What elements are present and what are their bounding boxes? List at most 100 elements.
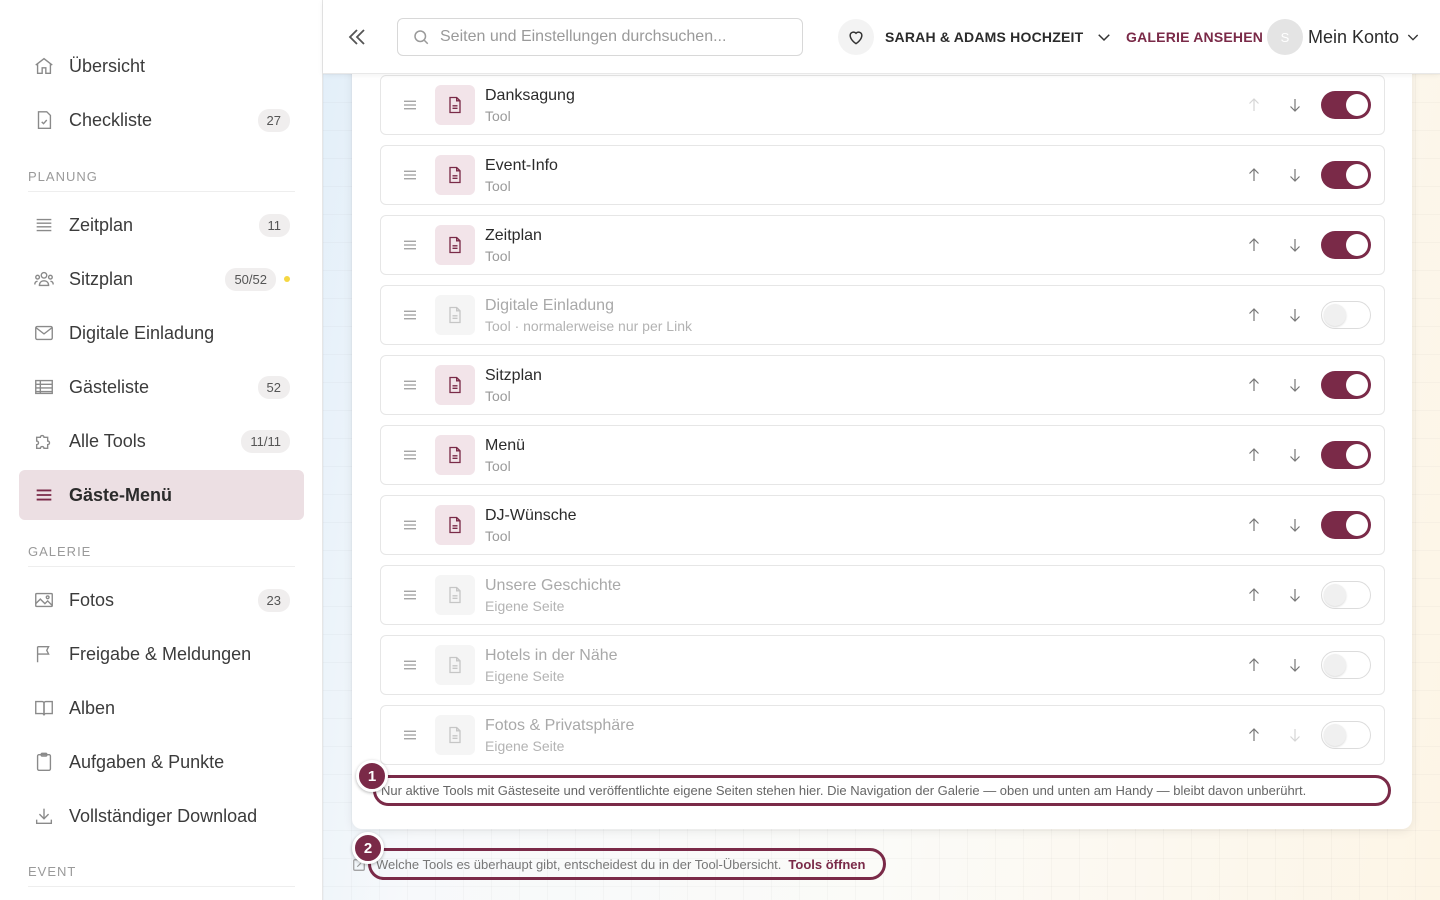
- image-icon: [32, 588, 56, 612]
- row-title: Sitzplan: [485, 366, 542, 384]
- visibility-toggle[interactable]: [1321, 581, 1371, 609]
- count-badge: 11/11: [241, 429, 290, 453]
- move-up-icon[interactable]: [1245, 656, 1263, 674]
- move-up-icon[interactable]: [1245, 306, 1263, 324]
- move-up-icon[interactable]: [1245, 376, 1263, 394]
- section-heading-planung: PLANUNG: [28, 169, 295, 192]
- sidebar-item-label: Freigabe & Meldungen: [69, 643, 252, 664]
- visibility-toggle[interactable]: [1321, 231, 1371, 259]
- menu-row-danksagung: Danksagung Tool: [380, 75, 1385, 135]
- move-up-icon[interactable]: [1245, 516, 1263, 534]
- menu-row-fotos-privatsphaere: Fotos & Privatsphäre Eigene Seite: [380, 705, 1385, 765]
- row-text: Menü Tool: [485, 436, 1245, 475]
- count-badge: 52: [257, 375, 290, 399]
- row-title: DJ-Wünsche: [485, 506, 577, 524]
- event-switcher[interactable]: SARAH & ADAMS HOCHZEIT: [838, 19, 1113, 55]
- drag-handle-icon[interactable]: [401, 236, 419, 254]
- puzzle-icon: [32, 429, 56, 453]
- open-tools-link[interactable]: Tools öffnen: [788, 857, 865, 872]
- menu-row-unsere-geschichte: Unsere Geschichte Eigene Seite: [380, 565, 1385, 625]
- drag-handle-icon[interactable]: [401, 586, 419, 604]
- row-subtitle: Tool: [485, 247, 511, 264]
- move-down-icon[interactable]: [1286, 726, 1304, 744]
- visibility-toggle[interactable]: [1321, 441, 1371, 469]
- chevron-down-icon: [1405, 29, 1421, 45]
- visibility-toggle[interactable]: [1321, 511, 1371, 539]
- drag-handle-icon[interactable]: [401, 726, 419, 744]
- section-heading-galerie: GALERIE: [28, 544, 295, 567]
- visibility-toggle[interactable]: [1321, 651, 1371, 679]
- sidebar-item-uebersicht[interactable]: Übersicht: [19, 41, 304, 91]
- move-up-icon[interactable]: [1245, 726, 1263, 744]
- row-title: Hotels in der Nähe: [485, 646, 618, 664]
- menu-icon: [32, 483, 56, 507]
- menu-row-menue: Menü Tool: [380, 425, 1385, 485]
- visibility-toggle[interactable]: [1321, 301, 1371, 329]
- search-icon: [412, 28, 430, 46]
- sidebar-item-alle-tools[interactable]: Alle Tools 11/11: [19, 416, 304, 466]
- move-down-icon[interactable]: [1286, 236, 1304, 254]
- collapse-sidebar-icon[interactable]: [345, 25, 369, 49]
- drag-handle-icon[interactable]: [401, 376, 419, 394]
- move-up-icon[interactable]: [1245, 236, 1263, 254]
- move-up-icon[interactable]: [1245, 96, 1263, 114]
- sidebar-item-label: Gäste-Menü: [69, 484, 173, 505]
- visibility-toggle[interactable]: [1321, 91, 1371, 119]
- move-down-icon[interactable]: [1286, 96, 1304, 114]
- visibility-toggle[interactable]: [1321, 721, 1371, 749]
- sidebar-item-label: Checkliste: [69, 109, 153, 130]
- move-down-icon[interactable]: [1286, 306, 1304, 324]
- document-icon: [435, 435, 475, 475]
- move-up-icon[interactable]: [1245, 446, 1263, 464]
- document-icon: [435, 645, 475, 685]
- row-title: Danksagung: [485, 86, 575, 104]
- sidebar-item-gaesteliste[interactable]: Gästeliste 52: [19, 362, 304, 412]
- move-down-icon[interactable]: [1286, 376, 1304, 394]
- menu-row-sitzplan: Sitzplan Tool: [380, 355, 1385, 415]
- drag-handle-icon[interactable]: [401, 166, 419, 184]
- drag-handle-icon[interactable]: [401, 516, 419, 534]
- visibility-toggle[interactable]: [1321, 371, 1371, 399]
- row-text: Zeitplan Tool: [485, 226, 1245, 265]
- move-down-icon[interactable]: [1286, 446, 1304, 464]
- visibility-toggle[interactable]: [1321, 161, 1371, 189]
- move-down-icon[interactable]: [1286, 166, 1304, 184]
- list-lines-icon: [32, 213, 56, 237]
- row-title: Unsere Geschichte: [485, 576, 622, 594]
- sidebar-item-download[interactable]: Vollständiger Download: [19, 791, 304, 841]
- move-down-icon[interactable]: [1286, 516, 1304, 534]
- download-icon: [32, 804, 56, 828]
- drag-handle-icon[interactable]: [401, 306, 419, 324]
- table-icon: [32, 375, 56, 399]
- view-gallery-link[interactable]: GALERIE ANSEHEN: [1126, 29, 1263, 45]
- annotation-marker-1: 1: [356, 760, 388, 792]
- document-icon: [435, 715, 475, 755]
- drag-handle-icon[interactable]: [401, 446, 419, 464]
- sidebar-item-label: Alben: [69, 697, 116, 718]
- row-subtitle: Tool: [485, 107, 511, 124]
- menu-row-event-info: Event-Info Tool: [380, 145, 1385, 205]
- document-icon: [435, 295, 475, 335]
- drag-handle-icon[interactable]: [401, 656, 419, 674]
- home-icon: [32, 54, 56, 78]
- sidebar-item-fotos[interactable]: Fotos 23: [19, 575, 304, 625]
- sidebar-item-digitale-einladung[interactable]: Digitale Einladung: [19, 308, 304, 358]
- sidebar-item-freigabe[interactable]: Freigabe & Meldungen: [19, 629, 304, 679]
- sidebar-item-aufgaben[interactable]: Aufgaben & Punkte: [19, 737, 304, 787]
- move-up-icon[interactable]: [1245, 586, 1263, 604]
- drag-handle-icon[interactable]: [401, 96, 419, 114]
- sidebar-item-zeitplan[interactable]: Zeitplan 11: [19, 200, 304, 250]
- document-icon: [435, 85, 475, 125]
- row-text: Sitzplan Tool: [485, 366, 1245, 405]
- tools-hint: Welche Tools es überhaupt gibt, entschei…: [368, 848, 886, 880]
- sidebar-item-sitzplan[interactable]: Sitzplan 50/52: [19, 254, 304, 304]
- move-down-icon[interactable]: [1286, 586, 1304, 604]
- sidebar-item-alben[interactable]: Alben: [19, 683, 304, 733]
- row-text: Digitale Einladung Tool · normalerweise …: [485, 296, 1245, 335]
- search-input[interactable]: [440, 28, 780, 46]
- account-menu[interactable]: S Mein Konto: [1267, 19, 1421, 55]
- move-up-icon[interactable]: [1245, 166, 1263, 184]
- sidebar-item-gaeste-menue[interactable]: Gäste-Menü: [19, 470, 304, 520]
- move-down-icon[interactable]: [1286, 656, 1304, 674]
- sidebar-item-checkliste[interactable]: Checkliste 27: [19, 95, 304, 145]
